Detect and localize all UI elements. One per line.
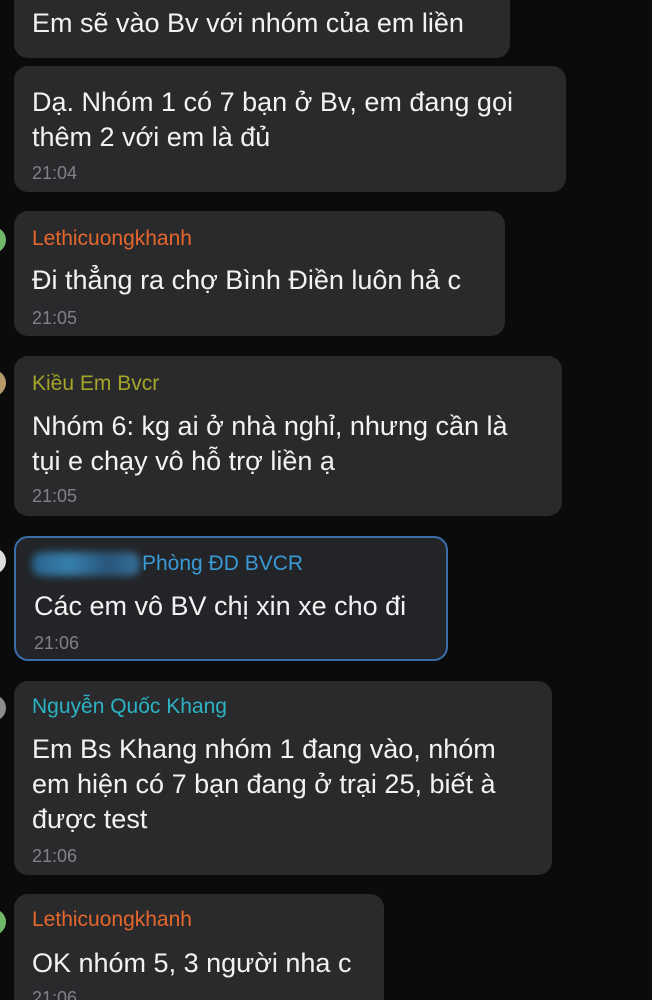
message-text: Đi thẳng ra chợ Bình Điền luôn hả c xyxy=(32,265,461,295)
message-bubble[interactable]: Dạ. Nhóm 1 có 7 bạn ở Bv, em đang gọi th… xyxy=(14,66,566,192)
message-timestamp: 21:06 xyxy=(32,846,78,866)
message-timestamp: 21:05 xyxy=(32,486,78,506)
message-timestamp: 21:04 xyxy=(32,163,78,183)
message-text: Nhóm 6: kg ai ở nhà nghỉ, nhưng cần là t… xyxy=(32,411,508,476)
message-text: Dạ. Nhóm 1 có 7 bạn ở Bv, em đang gọi th… xyxy=(32,87,513,152)
message-timestamp: 21:06 xyxy=(32,988,78,1000)
message-timestamp: 21:06 xyxy=(34,633,80,653)
message-bubble[interactable]: Kiều Em Bvcr Nhóm 6: kg ai ở nhà nghỉ, n… xyxy=(14,356,562,516)
sender-name[interactable]: Kiều Em Bvcr xyxy=(32,372,159,396)
sender-name[interactable]: Lethicuongkhanh xyxy=(32,908,192,932)
sender-name[interactable]: Lethicuongkhanh xyxy=(32,227,192,251)
sender-avatar[interactable] xyxy=(0,370,6,396)
redacted-sender-name xyxy=(32,552,140,576)
message-bubble-highlighted[interactable]: Phòng ĐD BVCR Các em vô BV chị xin xe ch… xyxy=(14,536,448,661)
message-text: Em sẽ vào Bv với nhóm của em liền xyxy=(32,8,464,38)
sender-name[interactable]: Phòng ĐD BVCR xyxy=(142,552,303,576)
message-bubble[interactable]: Lethicuongkhanh Đi thẳng ra chợ Bình Điề… xyxy=(14,211,505,336)
message-bubble[interactable]: Nguyễn Quốc Khang Em Bs Khang nhóm 1 đan… xyxy=(14,681,552,875)
message-text: Em Bs Khang nhóm 1 đang vào, nhóm em hiệ… xyxy=(32,734,496,834)
sender-avatar[interactable] xyxy=(0,909,6,935)
sender-avatar[interactable] xyxy=(0,548,6,574)
sender-name[interactable]: Nguyễn Quốc Khang xyxy=(32,695,227,719)
message-bubble[interactable]: Lethicuongkhanh OK nhóm 5, 3 người nha c… xyxy=(14,894,384,1000)
message-text: Các em vô BV chị xin xe cho đi xyxy=(34,591,407,621)
message-text: OK nhóm 5, 3 người nha c xyxy=(32,948,352,978)
message-timestamp: 21:05 xyxy=(32,308,78,328)
message-bubble[interactable]: Em sẽ vào Bv với nhóm của em liền xyxy=(14,0,510,58)
sender-avatar[interactable] xyxy=(0,227,6,253)
chat-message-list[interactable]: Em sẽ vào Bv với nhóm của em liền Dạ. Nh… xyxy=(0,0,652,1000)
sender-avatar[interactable] xyxy=(0,695,6,721)
